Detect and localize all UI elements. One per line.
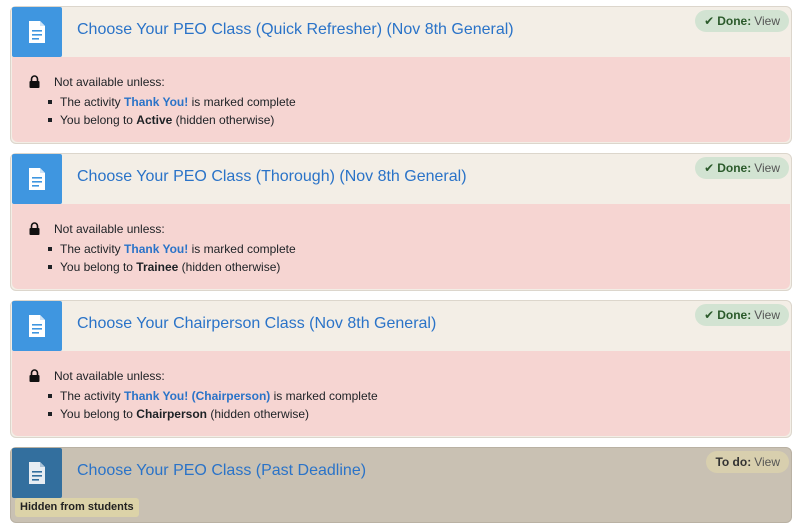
check-icon: ✔ bbox=[704, 14, 715, 28]
condition-text: You belong to bbox=[60, 260, 137, 274]
status-action: View bbox=[754, 14, 780, 28]
status-label: Done: bbox=[717, 308, 752, 322]
restriction-heading: Not available unless: bbox=[54, 75, 165, 89]
activity-title-link[interactable]: Choose Your PEO Class (Quick Refresher) … bbox=[77, 21, 514, 39]
completion-status-button[interactable]: ✔ Done: View bbox=[695, 304, 789, 326]
page-icon[interactable] bbox=[12, 448, 62, 498]
activity-item: Choose Your PEO Class (Thorough) (Nov 8t… bbox=[10, 153, 792, 291]
lock-icon bbox=[29, 369, 40, 385]
activity-link[interactable]: Thank You! bbox=[124, 242, 188, 256]
condition-text: (hidden otherwise) bbox=[178, 260, 281, 274]
condition-text: The activity bbox=[60, 95, 125, 109]
status-label: To do: bbox=[715, 455, 752, 469]
status-action: View bbox=[754, 455, 780, 469]
restriction-heading: Not available unless: bbox=[54, 369, 165, 383]
status-label: Done: bbox=[717, 14, 752, 28]
completion-status-button[interactable]: To do: View bbox=[706, 451, 789, 473]
restriction-heading: Not available unless: bbox=[54, 222, 165, 236]
activity-title-link[interactable]: Choose Your Chairperson Class (Nov 8th G… bbox=[77, 315, 436, 333]
restriction-conditions: The activity Thank You! (Chairperson) is… bbox=[46, 387, 378, 423]
lock-icon bbox=[29, 75, 40, 91]
condition-text: The activity bbox=[60, 242, 125, 256]
hidden-from-students-badge: Hidden from students bbox=[15, 498, 139, 517]
activity-item: Choose Your PEO Class (Quick Refresher) … bbox=[10, 6, 792, 144]
condition-item: You belong to Chairperson (hidden otherw… bbox=[46, 405, 378, 423]
condition-item: The activity Thank You! is marked comple… bbox=[46, 93, 296, 111]
check-icon: ✔ bbox=[704, 308, 715, 322]
page-icon[interactable] bbox=[12, 154, 62, 204]
check-icon: ✔ bbox=[704, 161, 715, 175]
completion-status-button[interactable]: ✔ Done: View bbox=[695, 10, 789, 32]
group-name: Trainee bbox=[136, 260, 179, 274]
condition-text: The activity bbox=[60, 389, 125, 403]
lock-icon bbox=[29, 222, 40, 238]
condition-text: You belong to bbox=[60, 407, 137, 421]
condition-text: is marked complete bbox=[188, 242, 296, 256]
completion-status-button[interactable]: ✔ Done: View bbox=[695, 157, 789, 179]
activity-title-link[interactable]: Choose Your PEO Class (Past Deadline) bbox=[77, 462, 366, 480]
restriction-box: Not available unless: The activity Thank… bbox=[12, 57, 790, 142]
restriction-box: Not available unless: The activity Thank… bbox=[12, 204, 790, 289]
restriction-conditions: The activity Thank You! is marked comple… bbox=[46, 240, 296, 276]
condition-item: You belong to Active (hidden otherwise) bbox=[46, 111, 296, 129]
condition-item: The activity Thank You! (Chairperson) is… bbox=[46, 387, 378, 405]
condition-item: The activity Thank You! is marked comple… bbox=[46, 240, 296, 258]
condition-text: You belong to bbox=[60, 113, 137, 127]
status-label: Done: bbox=[717, 161, 752, 175]
status-action: View bbox=[754, 308, 780, 322]
group-name: Active bbox=[136, 113, 173, 127]
condition-text: (hidden otherwise) bbox=[206, 407, 310, 421]
activity-title-link[interactable]: Choose Your PEO Class (Thorough) (Nov 8t… bbox=[77, 168, 467, 186]
group-name: Chairperson bbox=[136, 407, 207, 421]
page-icon[interactable] bbox=[12, 7, 62, 57]
activity-item: Choose Your Chairperson Class (Nov 8th G… bbox=[10, 300, 792, 438]
status-action: View bbox=[754, 161, 780, 175]
condition-text: (hidden otherwise) bbox=[172, 113, 275, 127]
restriction-box: Not available unless: The activity Thank… bbox=[12, 351, 790, 436]
activity-link[interactable]: Thank You! (Chairperson) bbox=[124, 389, 270, 403]
condition-item: You belong to Trainee (hidden otherwise) bbox=[46, 258, 296, 276]
condition-text: is marked complete bbox=[188, 95, 296, 109]
condition-text: is marked complete bbox=[270, 389, 378, 403]
page-icon[interactable] bbox=[12, 301, 62, 351]
activity-item-hidden: Choose Your PEO Class (Past Deadline) To… bbox=[10, 447, 792, 523]
activity-link[interactable]: Thank You! bbox=[124, 95, 188, 109]
restriction-conditions: The activity Thank You! is marked comple… bbox=[46, 93, 296, 129]
